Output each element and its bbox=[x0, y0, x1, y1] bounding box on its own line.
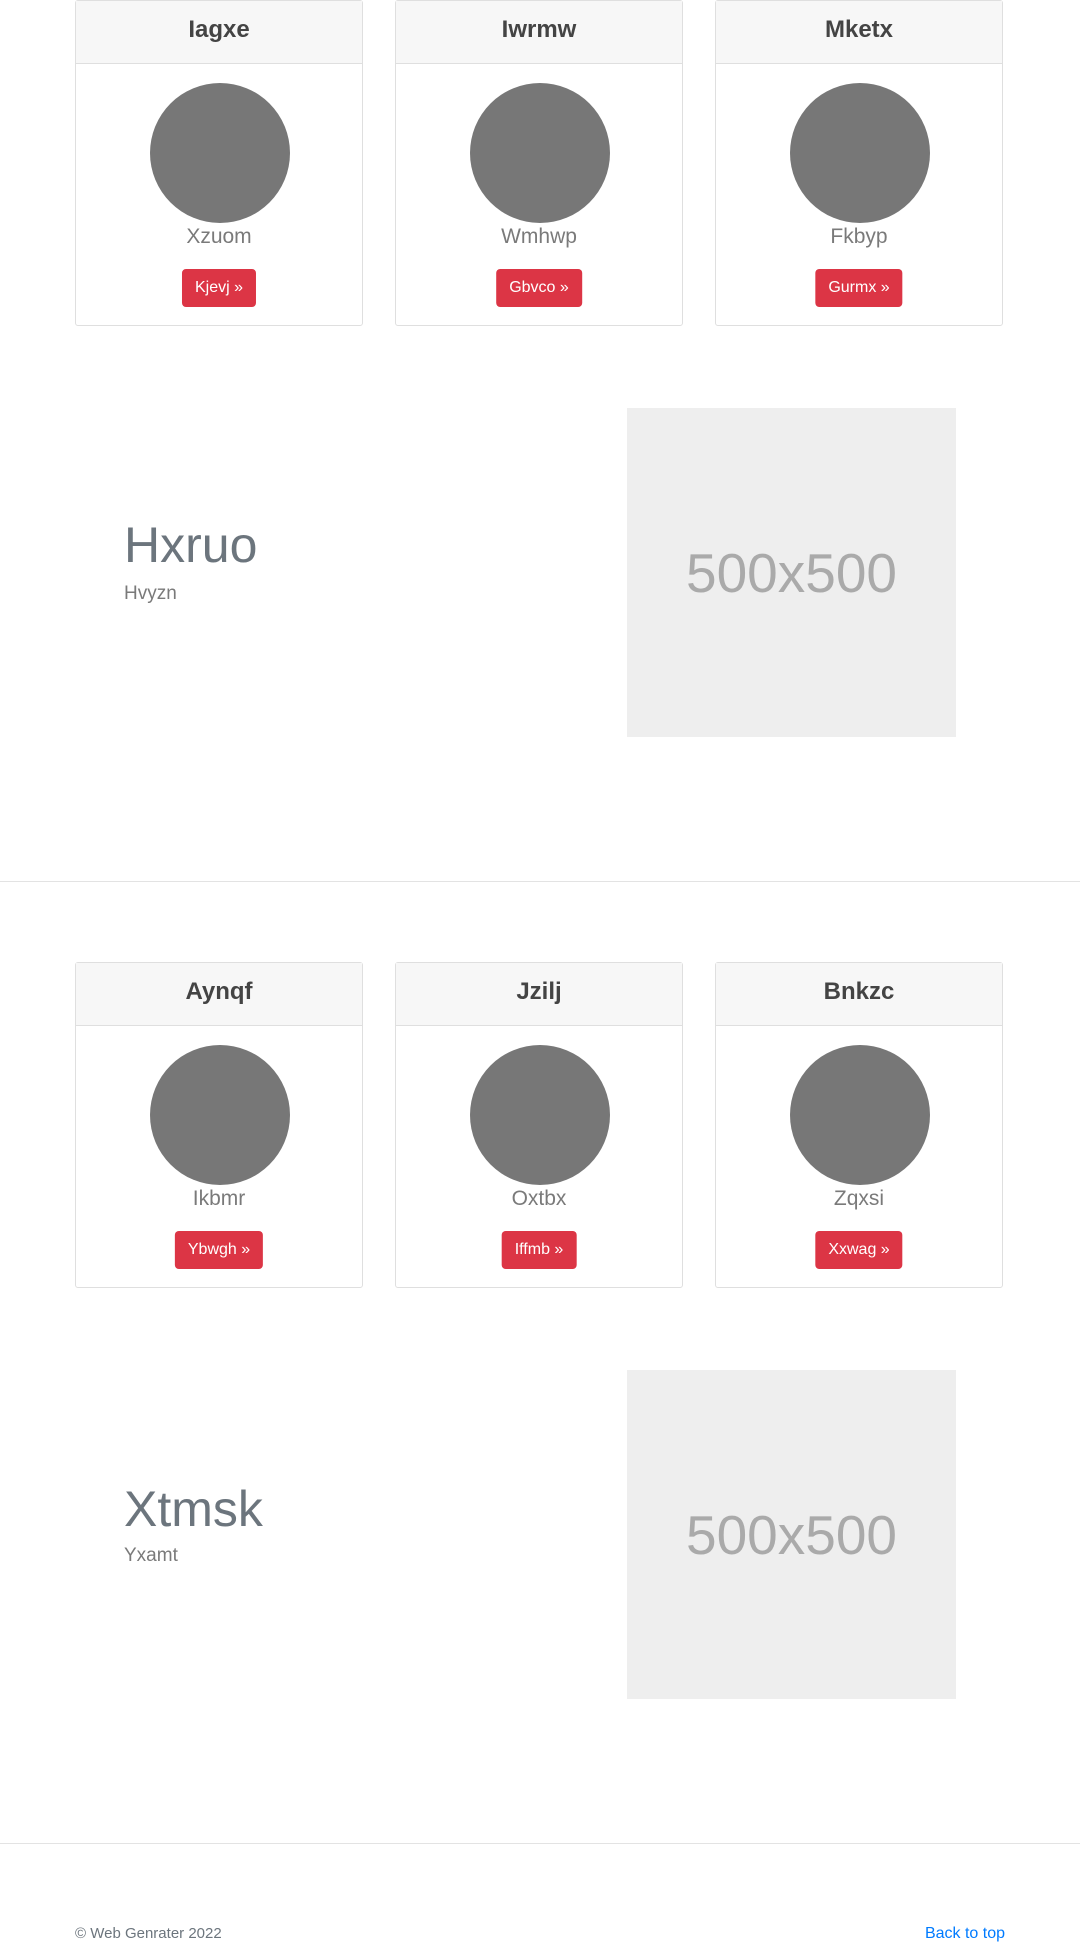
card-action-button[interactable]: Xxwag » bbox=[815, 1231, 903, 1269]
profile-card: Aynqf Ikbmr Ybwgh » bbox=[75, 962, 363, 1288]
card-row: Aynqf Ikbmr Ybwgh » Jzilj Oxtbx Iffmb » … bbox=[0, 962, 1080, 1290]
placeholder-image: 500x500 bbox=[627, 408, 956, 737]
section-divider bbox=[0, 1843, 1080, 1844]
profile-card: Jzilj Oxtbx Iffmb » bbox=[395, 962, 683, 1288]
section-divider bbox=[0, 881, 1080, 882]
placeholder-image: 500x500 bbox=[627, 1370, 956, 1699]
avatar bbox=[150, 1045, 290, 1185]
profile-card: Iwrmw Wmhwp Gbvco » bbox=[395, 0, 683, 326]
card-action-button[interactable]: Ybwgh » bbox=[174, 1231, 264, 1269]
feature-block: Hxruo Hvyzn 500x500 bbox=[0, 408, 1080, 738]
profile-card: Iagxe Xzuom Kjevj » bbox=[75, 0, 363, 326]
card-action-button[interactable]: Iffmb » bbox=[501, 1231, 577, 1269]
avatar bbox=[790, 1045, 930, 1185]
card-action-button[interactable]: Kjevj » bbox=[181, 269, 257, 307]
card-subtitle: Oxtbx bbox=[511, 1187, 567, 1210]
card-title: Aynqf bbox=[76, 963, 362, 1026]
card-subtitle: Zqxsi bbox=[833, 1187, 885, 1210]
card-title: Iwrmw bbox=[396, 1, 682, 64]
avatar bbox=[470, 1045, 610, 1185]
card-subtitle: Wmhwp bbox=[501, 225, 577, 248]
profile-card: Bnkzc Zqxsi Xxwag » bbox=[715, 962, 1003, 1288]
feature-subheading: Yxamt bbox=[124, 1545, 178, 1566]
feature-heading: Hxruo bbox=[124, 517, 258, 573]
feature-heading: Xtmsk bbox=[124, 1481, 263, 1537]
footer-copyright: © Web Genrater 2022 bbox=[75, 1925, 222, 1942]
card-title: Jzilj bbox=[396, 963, 682, 1026]
avatar bbox=[150, 83, 290, 223]
card-action-button[interactable]: Gurmx » bbox=[815, 269, 903, 307]
feature-subheading: Hvyzn bbox=[124, 583, 177, 604]
card-title: Mketx bbox=[716, 1, 1002, 64]
feature-block: Xtmsk Yxamt 500x500 bbox=[0, 1370, 1080, 1700]
card-subtitle: Xzuom bbox=[186, 225, 252, 248]
avatar bbox=[470, 83, 610, 223]
avatar bbox=[790, 83, 930, 223]
profile-card: Mketx Fkbyp Gurmx » bbox=[715, 0, 1003, 326]
card-subtitle: Fkbyp bbox=[830, 225, 888, 248]
card-row: Iagxe Xzuom Kjevj » Iwrmw Wmhwp Gbvco » … bbox=[0, 0, 1080, 328]
card-action-button[interactable]: Gbvco » bbox=[496, 269, 582, 307]
card-title: Iagxe bbox=[76, 1, 362, 64]
card-subtitle: Ikbmr bbox=[192, 1187, 246, 1210]
card-title: Bnkzc bbox=[716, 963, 1002, 1026]
back-to-top-link[interactable]: Back to top bbox=[925, 1925, 1005, 1943]
